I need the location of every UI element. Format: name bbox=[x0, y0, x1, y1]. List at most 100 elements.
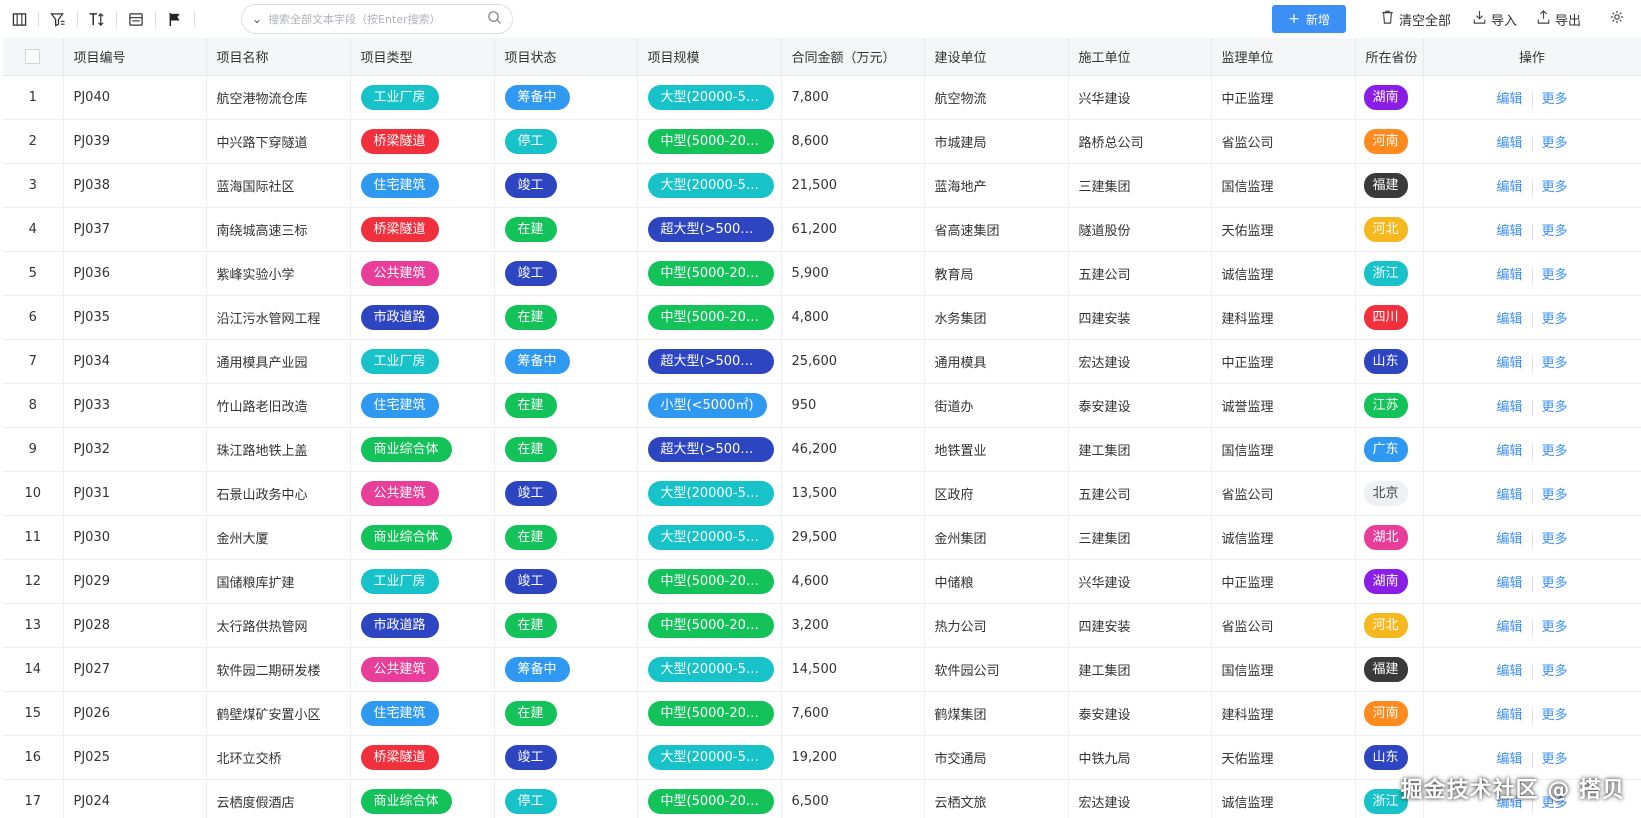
project-scale-cell: 中型(5000-20000㎡) bbox=[637, 779, 782, 818]
more-link[interactable]: 更多 bbox=[1542, 400, 1568, 415]
row-height-icon[interactable] bbox=[117, 0, 155, 38]
table-row[interactable]: 8 PJ033 竹山路老旧改造 住宅建筑 在建 小型(<5000㎡) 950 街道办 泰安建设诚… bbox=[3, 383, 1641, 428]
more-link[interactable]: 更多 bbox=[1542, 664, 1568, 679]
supervisor-cell: 中正监理 bbox=[1211, 559, 1356, 604]
edit-link[interactable]: 编辑 bbox=[1496, 180, 1522, 195]
province-tag: 山东 bbox=[1363, 349, 1408, 374]
clear-all-button[interactable]: 清空全部 bbox=[1381, 5, 1451, 33]
project-name-cell: 太行路供热管网 bbox=[206, 603, 351, 648]
project-type-cell: 公共建筑 bbox=[350, 251, 495, 296]
more-link[interactable]: 更多 bbox=[1542, 224, 1568, 239]
edit-link[interactable]: 编辑 bbox=[1496, 224, 1522, 239]
table-row[interactable]: 14PJ027软件园二期研发楼公共建筑 筹备中 大型(20000-50000㎡) 14… bbox=[3, 647, 1641, 692]
more-link[interactable]: 更多 bbox=[1542, 92, 1568, 107]
project-scale-cell: 超大型(>50000㎡) bbox=[637, 427, 782, 472]
table-row[interactable]: 7 PJ034 通用模具产业园 工业厂房 筹备中 超大型(>50000㎡) 25,600 通用… bbox=[3, 339, 1641, 384]
search-glyph bbox=[488, 10, 502, 24]
project-type-tag: 桥梁隧道 bbox=[360, 129, 439, 154]
search-input[interactable] bbox=[262, 12, 487, 26]
import-button[interactable]: 导入 bbox=[1473, 5, 1517, 33]
table-row[interactable]: 12PJ029国储粮库扩建工业厂房竣工中型(5000-20000㎡)4,600中… bbox=[3, 559, 1641, 604]
edit-link[interactable]: 编辑 bbox=[1496, 444, 1522, 459]
contract-amount-cell: 950 bbox=[781, 383, 925, 428]
more-link[interactable]: 更多 bbox=[1542, 752, 1568, 767]
more-link[interactable]: 更多 bbox=[1542, 532, 1568, 547]
more-link[interactable]: 更多 bbox=[1542, 620, 1568, 635]
more-link[interactable]: 更多 bbox=[1542, 268, 1568, 283]
edit-link[interactable]: 编辑 bbox=[1496, 268, 1522, 283]
search-icon[interactable] bbox=[487, 10, 502, 29]
project-code-cell: PJ027 bbox=[63, 647, 207, 692]
chevron-down-icon[interactable]: ⌄ bbox=[252, 12, 262, 26]
watermark-text: 掘金技术社区 @ 搭贝 bbox=[1400, 778, 1625, 803]
project-type-tag: 桥梁隧道 bbox=[360, 217, 439, 242]
edit-link[interactable]: 编辑 bbox=[1496, 312, 1522, 327]
settings-button[interactable] bbox=[1610, 5, 1629, 33]
project-scale-cell: 大型(20000-50000㎡) bbox=[637, 163, 782, 208]
table-row[interactable]: 2PJ039中兴路下穿隧道桥梁隧道 停工 中型(5000-20000㎡) 8,600市… bbox=[3, 119, 1641, 164]
project-scale-tag: 大型(20000-50000㎡) bbox=[647, 481, 774, 506]
column-header[interactable]: 监理单位 bbox=[1211, 38, 1356, 76]
table-row[interactable]: 17PJ024云栖度假酒店商业综合体 停工 中型(5000-20000㎡) 6,500… bbox=[3, 779, 1641, 818]
select-all-checkbox[interactable] bbox=[25, 49, 41, 64]
column-header[interactable]: 项目名称 bbox=[206, 38, 351, 76]
more-link[interactable]: 更多 bbox=[1542, 356, 1568, 371]
more-link[interactable]: 更多 bbox=[1542, 444, 1568, 459]
search-box[interactable]: ⌄ bbox=[241, 4, 513, 34]
table-row[interactable]: 6PJ035沿江污水管网工程市政道路 在建 中型(5000-20000㎡) 4,800… bbox=[3, 295, 1641, 340]
project-scale-tag: 大型(20000-50000㎡) bbox=[647, 525, 774, 550]
more-link[interactable]: 更多 bbox=[1542, 136, 1568, 151]
edit-link[interactable]: 编辑 bbox=[1496, 136, 1522, 151]
table-row[interactable]: 4 PJ037 南绕城高速三标 桥梁隧道 在建 超大型(>50000㎡) 61,200 省高速… bbox=[3, 207, 1641, 252]
table-row[interactable]: 15PJ026鹤壁煤矿安置小区住宅建筑 在建 中型(5000-20000㎡) 7,60… bbox=[3, 691, 1641, 736]
flag-icon[interactable] bbox=[156, 0, 194, 38]
export-button[interactable]: 导出 bbox=[1537, 5, 1581, 33]
project-name-cell: 鹤壁煤矿安置小区 bbox=[206, 691, 351, 736]
column-header[interactable]: 项目编号 bbox=[63, 38, 207, 76]
column-header[interactable]: 施工单位 bbox=[1068, 38, 1212, 76]
field-config-icon[interactable] bbox=[0, 0, 38, 38]
more-link[interactable]: 更多 bbox=[1542, 180, 1568, 195]
more-link[interactable]: 更多 bbox=[1542, 312, 1568, 327]
filter-icon[interactable] bbox=[39, 0, 77, 38]
edit-link[interactable]: 编辑 bbox=[1496, 620, 1522, 635]
sort-icon[interactable] bbox=[78, 0, 116, 38]
edit-link[interactable]: 编辑 bbox=[1496, 664, 1522, 679]
province-cell: 河南 bbox=[1355, 119, 1424, 164]
project-status-cell: 在建 bbox=[494, 295, 638, 340]
table-header: 项目编号 项目名称 项目类型 项目状态 项目规模 合同金额（万元） 建设单位 施… bbox=[3, 38, 1641, 76]
edit-link[interactable]: 编辑 bbox=[1496, 532, 1522, 547]
edit-link[interactable]: 编辑 bbox=[1496, 356, 1522, 371]
table-row[interactable]: 3PJ038蓝海国际社区住宅建筑 竣工 大型(20000-50000㎡) 21,500… bbox=[3, 163, 1641, 208]
edit-link[interactable]: 编辑 bbox=[1496, 752, 1522, 767]
column-header[interactable]: 建设单位 bbox=[924, 38, 1069, 76]
table-row[interactable]: 5PJ036紫峰实验小学公共建筑 竣工 中型(5000-20000㎡) 5,900教育… bbox=[3, 251, 1641, 296]
action-cell: 编辑 更多 bbox=[1423, 515, 1641, 560]
column-header[interactable]: 项目规模 bbox=[637, 38, 782, 76]
column-header[interactable]: 所在省份 bbox=[1355, 38, 1424, 76]
edit-link[interactable]: 编辑 bbox=[1496, 576, 1522, 591]
more-link[interactable]: 更多 bbox=[1542, 708, 1568, 723]
table-row[interactable]: 9 PJ032 珠江路地铁上盖 商业综合体 在建 超大型(>50000㎡) 46,200 地铁… bbox=[3, 427, 1641, 472]
more-link[interactable]: 更多 bbox=[1542, 488, 1568, 503]
table-row[interactable]: 11PJ030金州大厦商业综合体 在建 大型(20000-50000㎡) 29,500… bbox=[3, 515, 1641, 560]
edit-link[interactable]: 编辑 bbox=[1496, 92, 1522, 107]
edit-link[interactable]: 编辑 bbox=[1496, 400, 1522, 415]
table-row[interactable]: 1PJ040航空港物流仓库工业厂房 筹备中 大型(20000-50000㎡) 7,80… bbox=[3, 75, 1641, 120]
project-type-tag: 工业厂房 bbox=[360, 349, 439, 374]
edit-link[interactable]: 编辑 bbox=[1496, 488, 1522, 503]
column-header[interactable]: 项目状态 bbox=[494, 38, 638, 76]
column-header[interactable]: 项目类型 bbox=[350, 38, 495, 76]
edit-link[interactable]: 编辑 bbox=[1496, 708, 1522, 723]
column-header[interactable]: 合同金额（万元） bbox=[781, 38, 925, 76]
table-row[interactable]: 16PJ025北环立交桥桥梁隧道 竣工 大型(20000-50000㎡) 19,200… bbox=[3, 735, 1641, 780]
action-cell: 编辑 更多 bbox=[1423, 119, 1641, 164]
table-row[interactable]: 13PJ028太行路供热管网市政道路 在建 中型(5000-20000㎡) 3,200… bbox=[3, 603, 1641, 648]
table-row[interactable]: 10PJ031石景山政务中心公共建筑 竣工 大型(20000-50000㎡) 13,5… bbox=[3, 471, 1641, 516]
project-code-cell: PJ040 bbox=[63, 75, 207, 120]
add-button[interactable]: + 新增 bbox=[1272, 5, 1346, 33]
project-status-tag: 筹备中 bbox=[504, 657, 570, 682]
supervisor-cell: 建科监理 bbox=[1211, 295, 1356, 340]
select-all-cell[interactable] bbox=[3, 38, 64, 76]
more-link[interactable]: 更多 bbox=[1542, 576, 1568, 591]
